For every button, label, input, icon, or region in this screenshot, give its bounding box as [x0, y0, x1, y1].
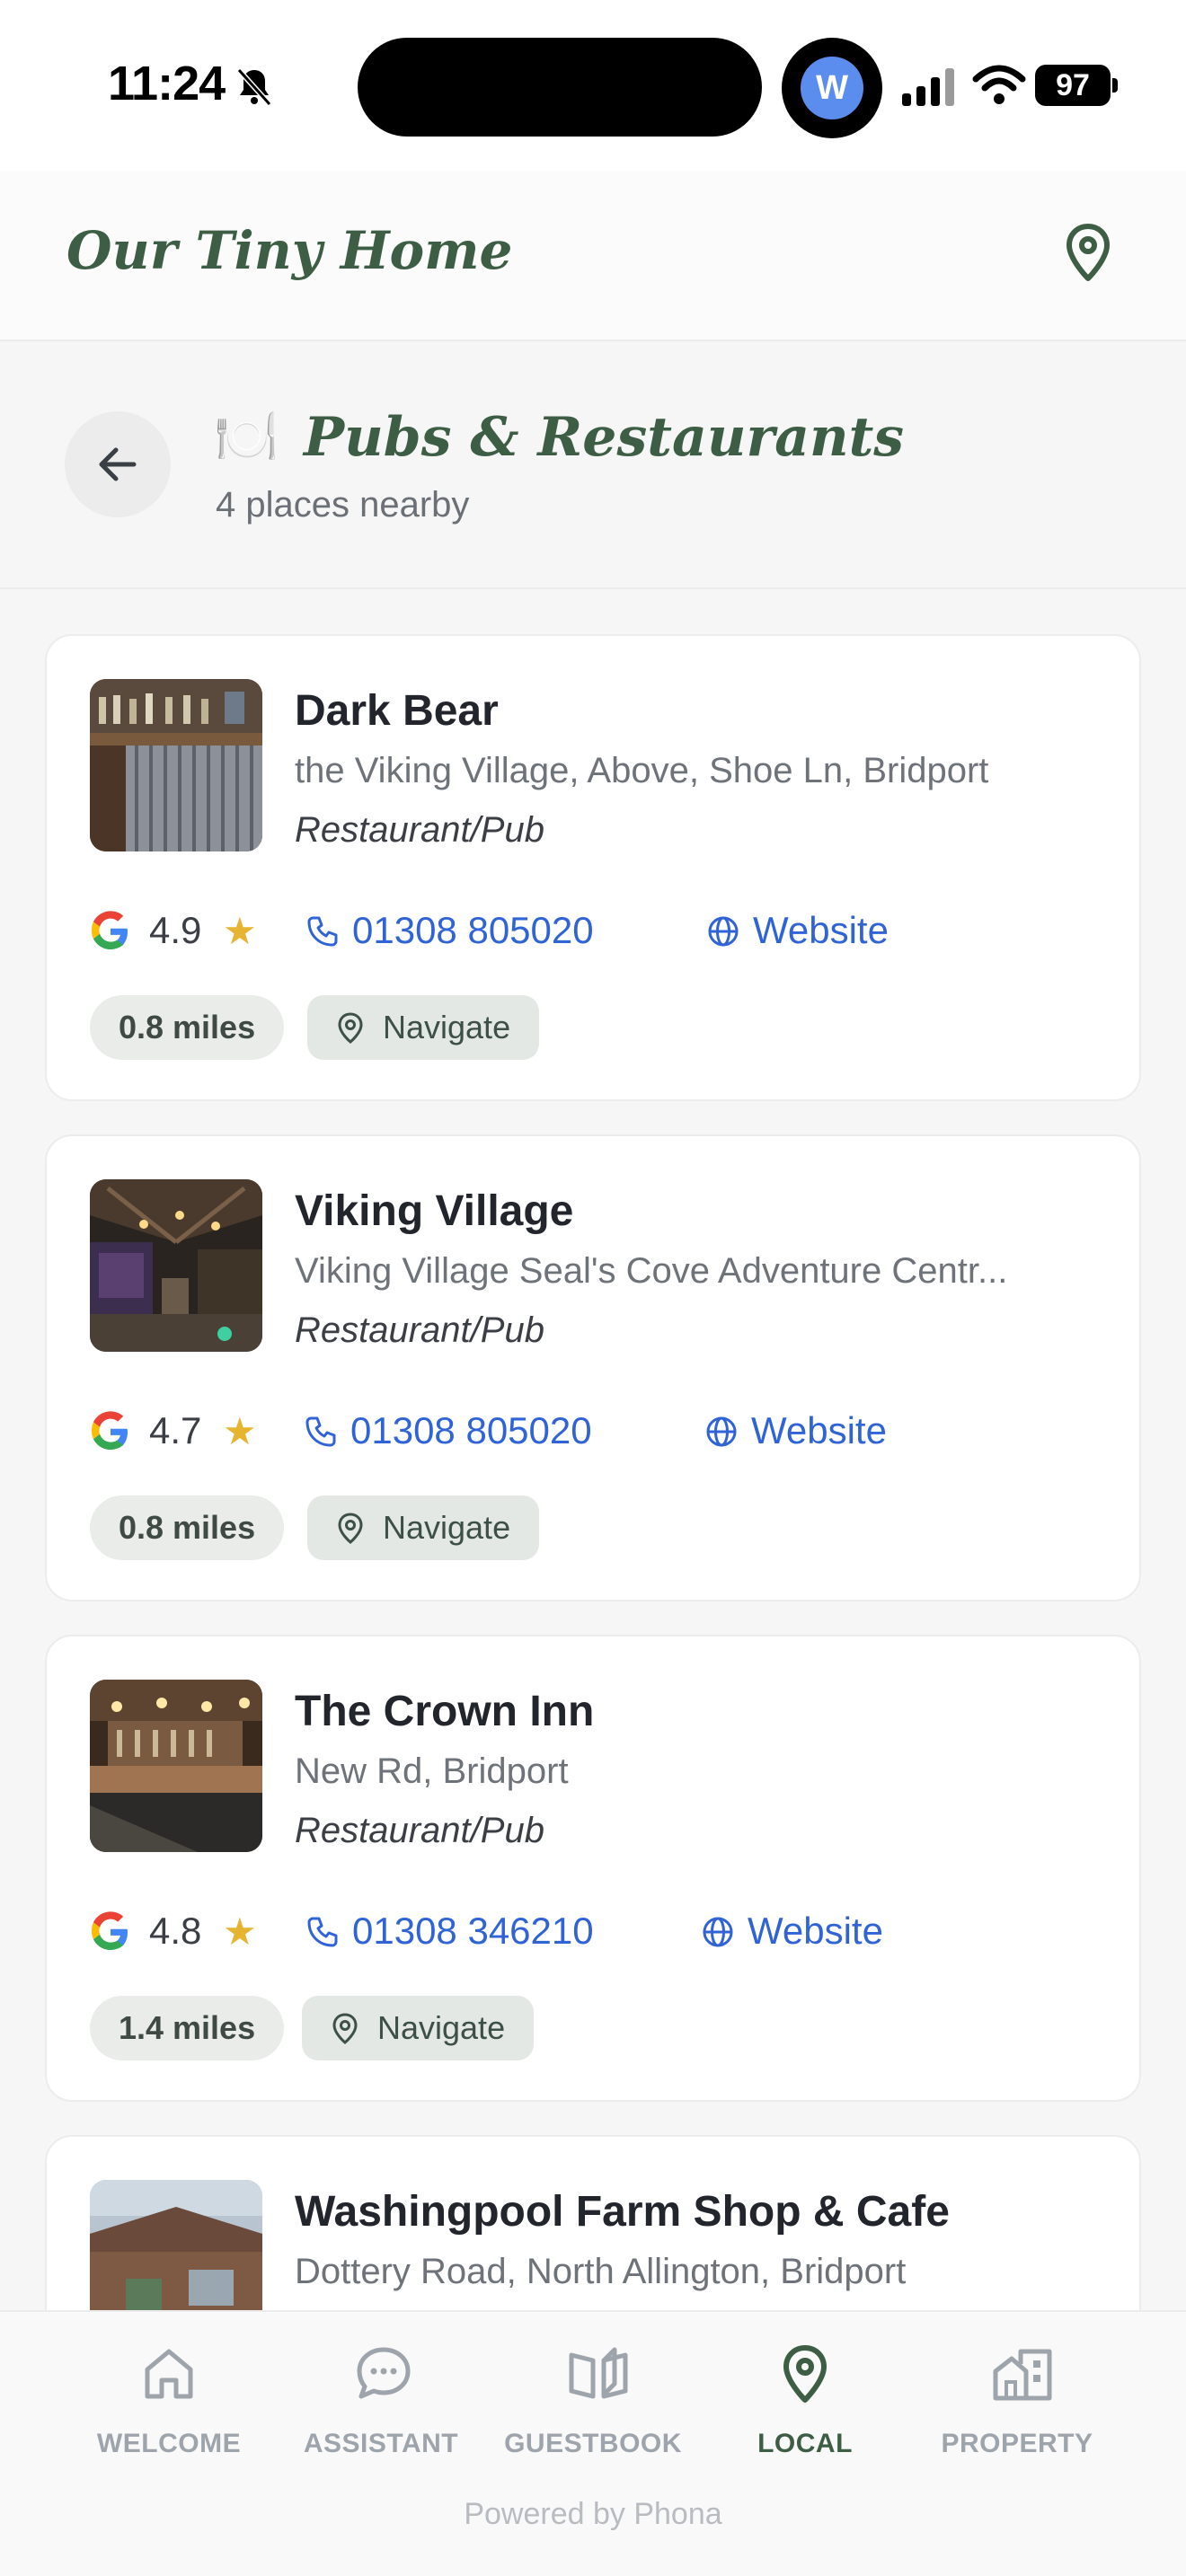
star-icon: ★ — [223, 910, 257, 952]
navigate-button[interactable]: Navigate — [307, 1495, 540, 1560]
phone-icon — [307, 916, 338, 947]
phone-number: 01308 805020 — [350, 1409, 592, 1451]
book-icon — [569, 2347, 628, 2399]
arrow-left-icon — [99, 447, 137, 481]
chat-icon — [357, 2347, 411, 2399]
place-address: Viking Village Seal's Cove Adventure Cen… — [295, 1251, 1008, 1291]
powered-by-text: Powered by Phona — [464, 2497, 722, 2531]
star-icon: ★ — [223, 1410, 257, 1452]
nav-label: GUESTBOOK — [504, 2429, 682, 2458]
navigate-label: Navigate — [383, 1009, 511, 1045]
place-card[interactable]: The Crown Inn New Rd, Bridport Restauran… — [45, 1635, 1141, 2102]
website-label: Website — [748, 1910, 883, 1952]
globe-icon — [703, 1917, 733, 1947]
battery-level: 97 — [1035, 65, 1111, 106]
place-category: Restaurant/Pub — [295, 1811, 544, 1850]
distance-badge: 0.8 miles — [90, 995, 285, 1060]
star-icon: ★ — [223, 1910, 257, 1953]
place-photo — [90, 1179, 262, 1352]
globe-icon — [706, 1416, 737, 1447]
place-meta-row: 4.8 ★ 01308 346210 Website — [90, 1906, 1096, 1956]
plate-cutlery-icon: 🍽️ — [214, 408, 279, 466]
nav-local[interactable]: LOCAL — [706, 2344, 904, 2461]
place-name: The Crown Inn — [295, 1688, 595, 1735]
place-address: New Rd, Bridport — [295, 1751, 569, 1791]
nav-label: LOCAL — [757, 2429, 853, 2458]
nav-label: PROPERTY — [941, 2429, 1093, 2458]
place-address: the Viking Village, Above, Shoe Ln, Brid… — [295, 751, 989, 790]
status-time: 11:24 — [108, 57, 226, 110]
nav-guestbook[interactable]: GUESTBOOK — [494, 2344, 692, 2461]
place-name: Washingpool Farm Shop & Cafe — [295, 2188, 950, 2236]
nav-welcome[interactable]: WELCOME — [70, 2344, 268, 2461]
places-count: 4 places nearby — [216, 485, 470, 525]
map-pin-icon — [338, 1513, 363, 1544]
nav-property[interactable]: PROPERTY — [918, 2344, 1116, 2461]
distance-badge: 1.4 miles — [90, 1996, 285, 2060]
map-pin-icon[interactable] — [1060, 221, 1116, 284]
wifi-icon — [972, 65, 1026, 104]
place-card[interactable]: Viking Village Viking Village Seal's Cov… — [45, 1134, 1141, 1601]
website-label: Website — [753, 909, 889, 951]
place-address: Dottery Road, North Allington, Bridport — [295, 2252, 907, 2291]
phone-icon — [305, 1416, 336, 1447]
section-title: Pubs & Restaurants — [304, 406, 905, 469]
map-pin-icon — [338, 1012, 363, 1044]
google-icon — [92, 1411, 128, 1450]
place-name: Viking Village — [295, 1187, 574, 1235]
google-icon — [92, 1911, 128, 1950]
place-meta-row: 4.9 ★ 01308 805020 Website — [90, 905, 1096, 956]
place-photo — [90, 1680, 262, 1852]
bottom-nav: WELCOME ASSISTANT GUESTBOOK LOCAL PROPER… — [0, 2310, 1186, 2576]
rating-value: 4.9 — [149, 909, 202, 951]
bell-muted-icon — [236, 67, 272, 107]
signal-icon — [902, 68, 954, 106]
map-pin-icon — [332, 2013, 358, 2044]
navigate-label: Navigate — [383, 1509, 511, 1546]
status-bar: 11:24 W 97 — [0, 0, 1186, 171]
back-button[interactable] — [65, 411, 171, 517]
home-icon — [145, 2349, 193, 2399]
navigate-button[interactable]: Navigate — [307, 995, 540, 1060]
place-category: Restaurant/Pub — [295, 810, 544, 850]
distance-badge: 0.8 miles — [90, 1495, 285, 1560]
globe-icon — [708, 916, 739, 947]
section-header: 🍽️ Pubs & Restaurants 4 places nearby — [0, 341, 1186, 589]
avatar[interactable]: W — [801, 57, 863, 119]
battery-icon: 97 — [1035, 65, 1118, 106]
navigate-label: Navigate — [377, 2009, 506, 2046]
place-actions: 1.4 miles Navigate — [90, 1996, 1096, 2062]
phone-icon — [307, 1917, 338, 1947]
nav-label: WELCOME — [96, 2429, 242, 2458]
place-meta-row: 4.7 ★ 01308 805020 Website — [90, 1406, 1096, 1456]
navigate-button[interactable]: Navigate — [302, 1996, 535, 2060]
app-title: Our Tiny Home — [66, 220, 513, 281]
nav-assistant[interactable]: ASSISTANT — [282, 2344, 480, 2461]
nav-label: ASSISTANT — [303, 2429, 459, 2458]
phone-number: 01308 805020 — [352, 909, 594, 951]
google-icon — [92, 911, 128, 949]
app-header: Our Tiny Home — [0, 171, 1186, 341]
place-actions: 0.8 miles Navigate — [90, 1495, 1096, 1562]
rating-value: 4.7 — [149, 1409, 202, 1451]
rating-value: 4.8 — [149, 1910, 202, 1952]
place-name: Dark Bear — [295, 687, 499, 735]
place-photo — [90, 679, 262, 851]
dynamic-island — [358, 38, 762, 137]
building-icon — [993, 2349, 1052, 2401]
website-label: Website — [751, 1409, 887, 1451]
place-category: Restaurant/Pub — [295, 1310, 544, 1350]
map-pin-icon — [783, 2345, 827, 2403]
place-actions: 0.8 miles Navigate — [90, 995, 1096, 1062]
phone-number: 01308 346210 — [352, 1910, 594, 1952]
place-card[interactable]: Dark Bear the Viking Village, Above, Sho… — [45, 634, 1141, 1101]
